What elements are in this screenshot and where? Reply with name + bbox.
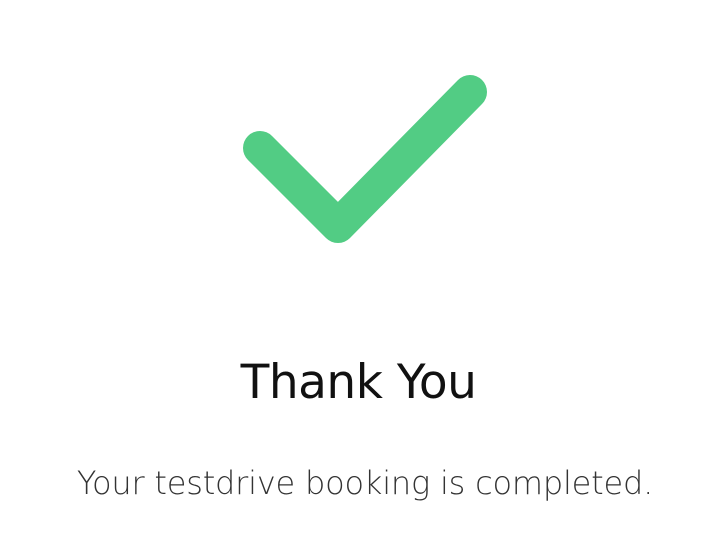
check-icon-graphic [243,75,487,243]
booking-confirmation-screen: Thank You Your testdrive booking is comp… [0,0,717,554]
confirmation-message: Your testdrive booking is completed. [76,464,654,502]
page-title: Thank You [240,355,477,410]
check-mark [243,75,487,243]
check-icon [240,70,490,255]
